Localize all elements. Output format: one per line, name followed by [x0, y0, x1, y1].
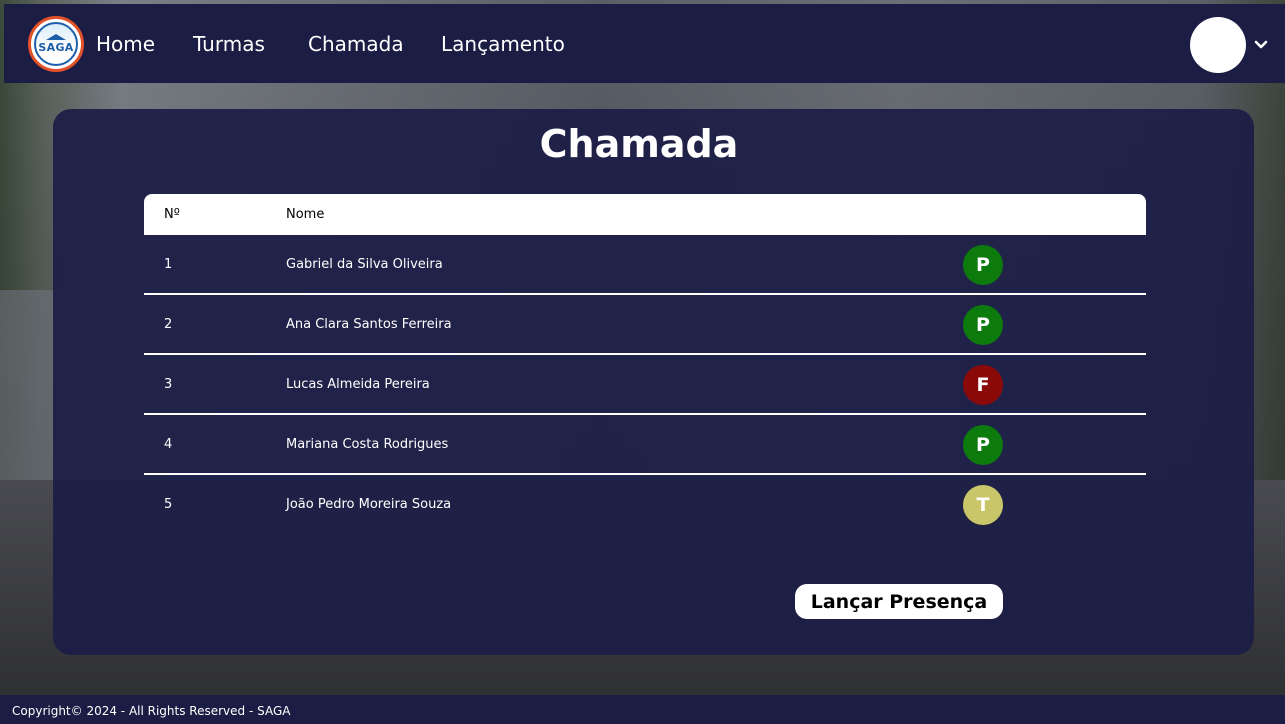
launch-attendance-button[interactable]: Lançar Presença [795, 584, 1003, 619]
row-number: 2 [164, 317, 173, 332]
table-header: Nº Nome [144, 194, 1146, 235]
attendance-status-button[interactable]: P [963, 305, 1003, 345]
nav-home[interactable]: Home [96, 32, 155, 56]
attendance-status-button[interactable]: P [963, 425, 1003, 465]
column-header-name: Nome [286, 207, 325, 222]
student-name: Ana Clara Santos Ferreira [286, 317, 452, 332]
table-row: 5 João Pedro Moreira Souza T [144, 475, 1146, 535]
table-row: 3 Lucas Almeida Pereira F [144, 355, 1146, 415]
student-name: Lucas Almeida Pereira [286, 377, 430, 392]
row-number: 4 [164, 437, 173, 452]
student-name: João Pedro Moreira Souza [286, 497, 452, 512]
nav-turmas[interactable]: Turmas [193, 32, 265, 56]
row-number: 5 [164, 497, 173, 512]
row-number: 1 [164, 257, 173, 272]
logo-text: SAGA [38, 41, 74, 54]
top-navbar: SAGA Home Turmas Chamada Lançamento [4, 4, 1285, 83]
logo-emblem: SAGA [34, 22, 78, 66]
nav-lancamento[interactable]: Lançamento [441, 32, 565, 56]
footer: Copyright© 2024 - All Rights Reserved - … [0, 695, 1285, 724]
page-title: Chamada [539, 122, 739, 166]
student-name: Gabriel da Silva Oliveira [286, 257, 443, 272]
avatar[interactable] [1190, 17, 1246, 73]
table-row: 1 Gabriel da Silva Oliveira P [144, 235, 1146, 295]
nav-chamada[interactable]: Chamada [308, 32, 404, 56]
table-row: 2 Ana Clara Santos Ferreira P [144, 295, 1146, 355]
student-name: Mariana Costa Rodrigues [286, 437, 449, 452]
background-building [0, 290, 60, 480]
table-row: 4 Mariana Costa Rodrigues P [144, 415, 1146, 475]
attendance-status-button[interactable]: F [963, 365, 1003, 405]
row-number: 3 [164, 377, 173, 392]
graduation-cap-icon [46, 34, 66, 40]
saga-logo[interactable]: SAGA [28, 16, 84, 72]
column-header-number: Nº [164, 207, 180, 222]
attendance-status-button[interactable]: P [963, 245, 1003, 285]
attendance-status-button[interactable]: T [963, 485, 1003, 525]
chevron-down-icon[interactable] [1254, 38, 1268, 52]
copyright-text: Copyright© 2024 - All Rights Reserved - … [12, 704, 291, 718]
